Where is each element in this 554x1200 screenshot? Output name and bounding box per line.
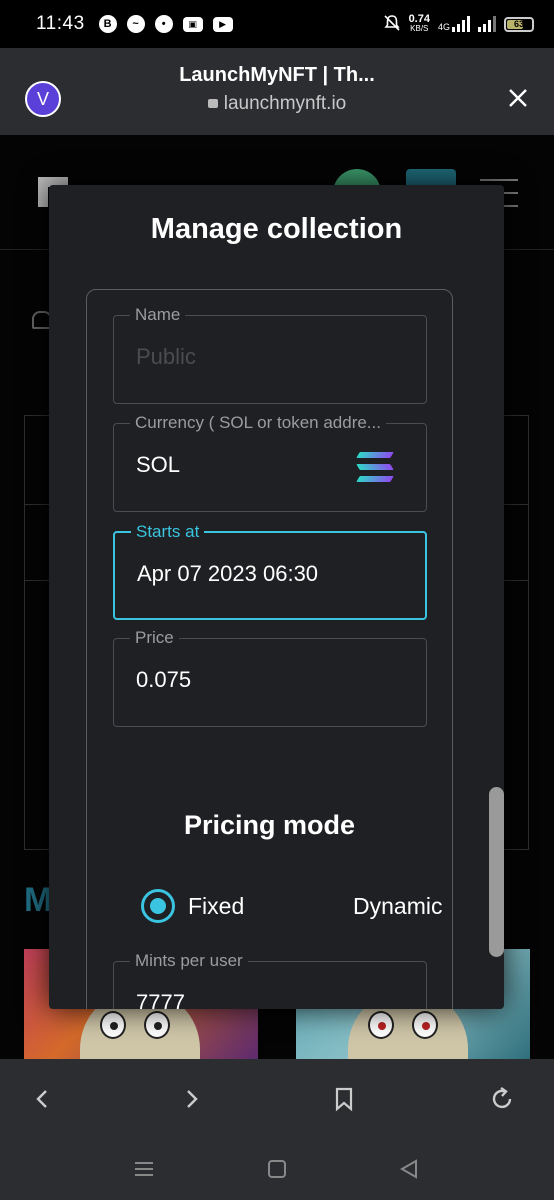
pricing-mode-title: Pricing mode (183, 810, 356, 840)
gift-app-icon: ▣ (182, 16, 203, 32)
bookmark-icon[interactable] (330, 1085, 358, 1113)
youtube-icon: ▶ (212, 16, 233, 32)
mints-per-user-field[interactable]: Mints per user 7777 (113, 951, 427, 1009)
fixed-radio[interactable] (141, 889, 175, 923)
status-bar: 11:43 B ~ • ▣ ▶ 0.74 KB/S 4G 63 (0, 0, 554, 48)
starts-at-value: Apr 07 2023 06:30 (137, 561, 319, 586)
browser-header: V LaunchMyNFT | Th... launchmynft.io (0, 48, 554, 135)
notification-icons: B ~ • ▣ ▶ (98, 15, 233, 33)
name-field[interactable]: Name Public (113, 305, 427, 404)
reload-icon[interactable] (488, 1085, 516, 1113)
battery-icon: 63 (504, 16, 534, 32)
name-placeholder: Public (136, 344, 196, 369)
battery-level: 63 (513, 19, 524, 29)
system-back-icon[interactable] (397, 1157, 421, 1181)
currency-value: SOL (136, 452, 181, 477)
mute-icon (383, 14, 401, 35)
network-type: 4G (437, 22, 450, 32)
mints-per-user-value: 7777 (136, 990, 185, 1009)
home-icon[interactable] (265, 1157, 289, 1181)
browser-toolbar (0, 1059, 554, 1139)
modal-title: Manage collection (150, 213, 403, 245)
currency-field[interactable]: Currency ( SOL or token addre... SOL (113, 413, 427, 512)
collection-form: Name Public Currency ( SOL or token addr… (86, 289, 453, 1009)
network-speed: 0.74 KB/S (409, 14, 430, 34)
forward-icon[interactable] (178, 1085, 206, 1113)
manage-collection-modal: Manage collection Name Public Currency (… (49, 185, 504, 1009)
currency-label: Currency ( SOL or token addre... (130, 413, 386, 433)
messenger-icon: ~ (126, 15, 145, 33)
signal-4g-icon: 4G (438, 16, 470, 32)
price-field[interactable]: Price 0.075 (113, 628, 427, 727)
fixed-option-label[interactable]: Fixed (188, 893, 244, 920)
dynamic-option-label[interactable]: Dynamic (353, 893, 442, 920)
pricing-mode-options: Fixed Dynamic (141, 885, 442, 931)
android-nav-bar (0, 1139, 554, 1200)
back-icon[interactable] (28, 1085, 56, 1113)
network-speed-unit: KB/S (410, 24, 429, 33)
recents-icon[interactable] (132, 1157, 156, 1181)
url-text: launchmynft.io (223, 93, 347, 114)
system-indicators: 0.74 KB/S 4G 63 (383, 14, 534, 35)
starts-at-field[interactable]: Starts at Apr 07 2023 06:30 (113, 522, 427, 620)
status-time: 11:43 (36, 13, 85, 34)
starts-at-label: Starts at (131, 522, 205, 542)
name-label: Name (130, 305, 186, 325)
price-value: 0.075 (136, 667, 192, 692)
b-app-icon: B (98, 15, 117, 33)
solana-icon (354, 452, 394, 484)
modal-scrollbar[interactable] (489, 787, 504, 957)
mints-per-user-label: Mints per user (130, 951, 248, 971)
page-title: LaunchMyNFT | Th... (179, 64, 375, 86)
page-url[interactable]: launchmynft.io (100, 93, 454, 115)
signal-icon (478, 16, 496, 32)
chat-app-icon: • (154, 15, 173, 33)
lock-icon (207, 99, 218, 108)
site-avatar[interactable]: V (25, 81, 61, 117)
price-label: Price (130, 628, 179, 648)
close-icon[interactable] (506, 86, 530, 110)
network-speed-value: 0.74 (408, 13, 430, 25)
